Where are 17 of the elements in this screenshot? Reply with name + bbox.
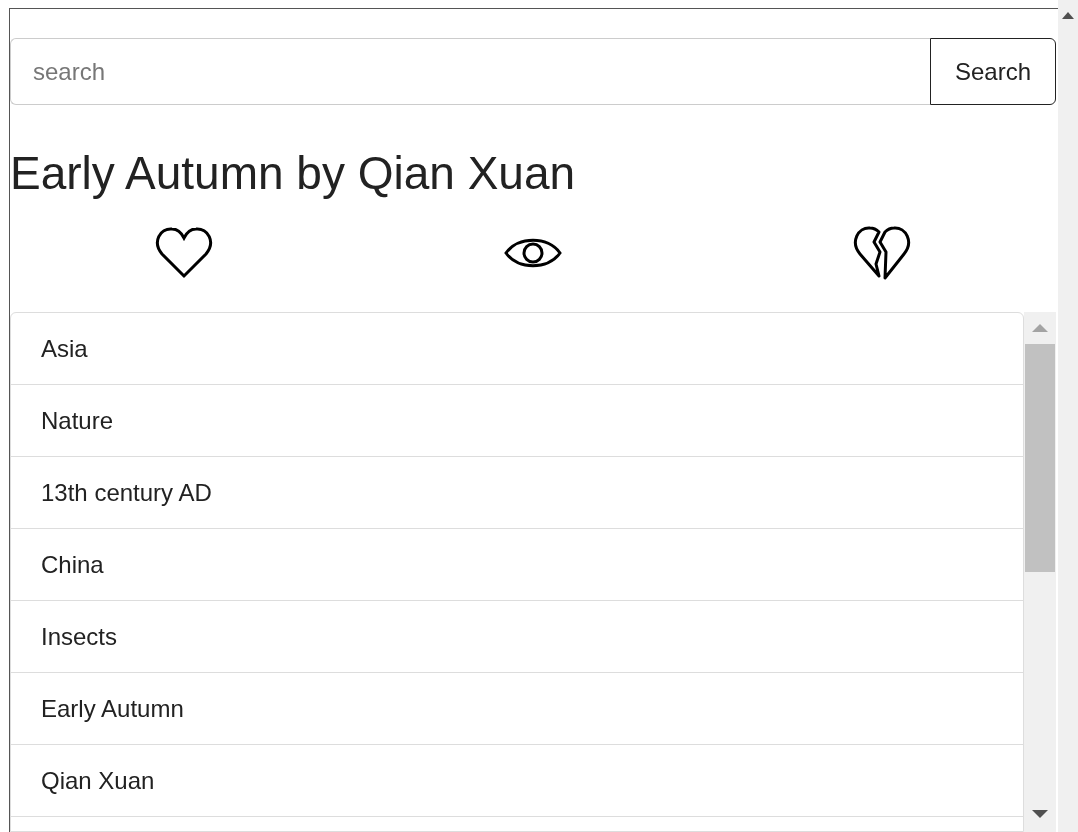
broken-heart-icon[interactable]	[851, 224, 912, 282]
artwork-title: Early Autumn by Qian Xuan	[10, 146, 577, 201]
search-field[interactable]: search	[10, 38, 930, 105]
tag-item[interactable]: Early Autumn	[11, 673, 1023, 745]
tag-item[interactable]: Qian Xuan	[11, 745, 1023, 817]
scrollbar[interactable]	[1024, 312, 1056, 832]
page-scrollbar[interactable]	[1058, 0, 1078, 832]
heart-icon[interactable]	[154, 226, 215, 280]
tag-item[interactable]: China	[11, 529, 1023, 601]
search-button[interactable]: Search	[930, 38, 1056, 105]
tag-item[interactable]: Asia	[11, 313, 1023, 385]
tag-item[interactable]: 13th century AD	[11, 457, 1023, 529]
scroll-up-icon[interactable]	[1062, 12, 1074, 19]
scrollbar-thumb[interactable]	[1025, 344, 1055, 572]
tag-item[interactable]: Nature	[11, 385, 1023, 457]
scroll-down-icon[interactable]	[1032, 810, 1048, 818]
tag-item[interactable]: Insects	[11, 601, 1023, 673]
